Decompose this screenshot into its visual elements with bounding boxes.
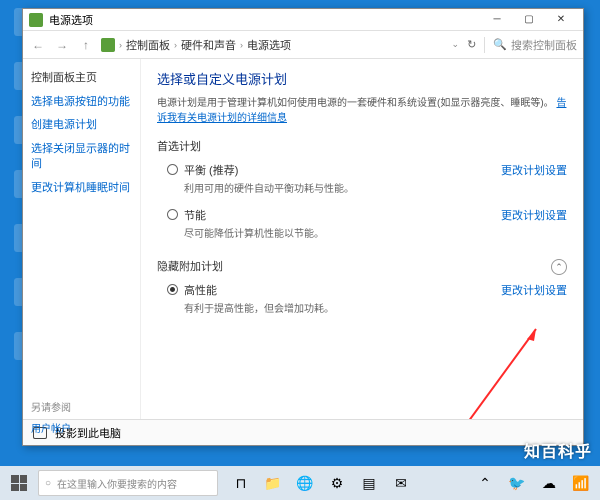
chevron-right-icon: › bbox=[240, 40, 243, 50]
back-button[interactable]: ← bbox=[29, 36, 47, 54]
change-plan-link[interactable]: 更改计划设置 bbox=[501, 162, 567, 178]
addressbar: ← → ↑ › 控制面板 › 硬件和声音 › 电源选项 ⌄ ↻ 🔍 搜索控制面板 bbox=[23, 31, 583, 59]
titlebar: 电源选项 ─ ▢ ✕ bbox=[23, 9, 583, 31]
control-panel-icon bbox=[101, 38, 115, 52]
radio-button[interactable] bbox=[167, 164, 178, 175]
forward-button[interactable]: → bbox=[53, 36, 71, 54]
tray-icon[interactable]: ☁ bbox=[534, 468, 564, 498]
start-button[interactable] bbox=[4, 468, 34, 498]
windows-logo-icon bbox=[11, 475, 27, 491]
search-input[interactable]: 🔍 搜索控制面板 bbox=[484, 37, 577, 53]
maximize-button[interactable]: ▢ bbox=[513, 10, 545, 30]
breadcrumb[interactable]: › 控制面板 › 硬件和声音 › 电源选项 bbox=[101, 37, 446, 53]
task-view-icon[interactable]: ⊓ bbox=[226, 468, 256, 498]
refresh-icon[interactable]: ↻ bbox=[467, 38, 476, 51]
watermark: 知百科乎 bbox=[524, 438, 592, 462]
window-title: 电源选项 bbox=[49, 12, 93, 28]
hidden-plans-title[interactable]: 隐藏附加计划 bbox=[157, 258, 223, 274]
close-button[interactable]: ✕ bbox=[545, 10, 577, 30]
main-content: 选择或自定义电源计划 电源计划是用于管理计算机如何使用电源的一套硬件和系统设置(… bbox=[141, 59, 583, 419]
app-icon bbox=[29, 13, 43, 27]
tray-icon[interactable]: 🐦 bbox=[502, 468, 532, 498]
plan-name: 高性能 bbox=[184, 282, 501, 298]
sidebar-link[interactable]: 更改计算机睡眠时间 bbox=[31, 181, 132, 196]
see-also: 另请参阅 用户帐户 bbox=[31, 399, 71, 419]
tray-icon[interactable]: ⌃ bbox=[470, 468, 500, 498]
sidebar-link[interactable]: 选择电源按钮的功能 bbox=[31, 95, 132, 110]
breadcrumb-item[interactable]: 硬件和声音 bbox=[181, 37, 236, 53]
minimize-button[interactable]: ─ bbox=[481, 10, 513, 30]
page-heading: 选择或自定义电源计划 bbox=[157, 69, 567, 88]
breadcrumb-item[interactable]: 控制面板 bbox=[126, 37, 170, 53]
search-placeholder: 搜索控制面板 bbox=[511, 37, 577, 53]
chevron-right-icon: › bbox=[174, 40, 177, 50]
taskbar: ○ 在这里输入你要搜索的内容 ⊓ 📁 🌐 ⚙ ▤ ✉ ⌃ 🐦 ☁ 📶 bbox=[0, 466, 600, 500]
plan-high-performance[interactable]: 高性能 有利于提高性能，但会增加功耗。 更改计划设置 bbox=[157, 282, 567, 325]
plan-balanced[interactable]: 平衡 (推荐) 利用可用的硬件自动平衡功耗与性能。 更改计划设置 bbox=[157, 162, 567, 205]
tray-icon[interactable]: 📶 bbox=[566, 468, 596, 498]
up-button[interactable]: ↑ bbox=[77, 36, 95, 54]
plan-desc: 尽可能降低计算机性能以节能。 bbox=[184, 225, 501, 240]
plan-name: 平衡 (推荐) bbox=[184, 162, 501, 178]
page-description: 电源计划是用于管理计算机如何使用电源的一套硬件和系统设置(如显示器亮度、睡眠等)… bbox=[157, 96, 567, 126]
plan-desc: 有利于提高性能，但会增加功耗。 bbox=[184, 300, 501, 315]
power-options-window: 电源选项 ─ ▢ ✕ ← → ↑ › 控制面板 › 硬件和声音 › 电源选项 ⌄… bbox=[22, 8, 584, 446]
taskbar-app-icon[interactable]: 🌐 bbox=[290, 468, 320, 498]
see-also-title: 另请参阅 bbox=[31, 399, 71, 414]
plan-desc: 利用可用的硬件自动平衡功耗与性能。 bbox=[184, 180, 501, 195]
sidebar-link[interactable]: 选择关闭显示器的时间 bbox=[31, 142, 132, 173]
collapse-icon[interactable]: ⌃ bbox=[551, 259, 567, 275]
sidebar: 控制面板主页 选择电源按钮的功能 创建电源计划 选择关闭显示器的时间 更改计算机… bbox=[23, 59, 141, 419]
plan-name: 节能 bbox=[184, 207, 501, 223]
breadcrumb-item[interactable]: 电源选项 bbox=[247, 37, 291, 53]
radio-button[interactable] bbox=[167, 284, 178, 295]
preferred-plans-title: 首选计划 bbox=[157, 138, 567, 154]
chevron-down-icon[interactable]: ⌄ bbox=[452, 39, 460, 50]
sidebar-link[interactable]: 创建电源计划 bbox=[31, 118, 132, 133]
radio-button[interactable] bbox=[167, 209, 178, 220]
taskbar-app-icon[interactable]: ▤ bbox=[354, 468, 384, 498]
taskbar-app-icon[interactable]: ⚙ bbox=[322, 468, 352, 498]
taskbar-app-icon[interactable]: ✉ bbox=[386, 468, 416, 498]
taskbar-search-placeholder: 在这里输入你要搜索的内容 bbox=[57, 476, 177, 491]
project-bar[interactable]: 投影到此电脑 bbox=[23, 419, 583, 445]
plan-power-saver[interactable]: 节能 尽可能降低计算机性能以节能。 更改计划设置 bbox=[157, 207, 567, 250]
chevron-right-icon: › bbox=[119, 40, 122, 50]
taskbar-app-icon[interactable]: 📁 bbox=[258, 468, 288, 498]
taskbar-search[interactable]: ○ 在这里输入你要搜索的内容 bbox=[38, 470, 218, 496]
search-icon: 🔍 bbox=[493, 38, 507, 51]
change-plan-link[interactable]: 更改计划设置 bbox=[501, 282, 567, 298]
change-plan-link[interactable]: 更改计划设置 bbox=[501, 207, 567, 223]
control-panel-home-link[interactable]: 控制面板主页 bbox=[31, 69, 132, 85]
search-icon: ○ bbox=[45, 478, 51, 489]
